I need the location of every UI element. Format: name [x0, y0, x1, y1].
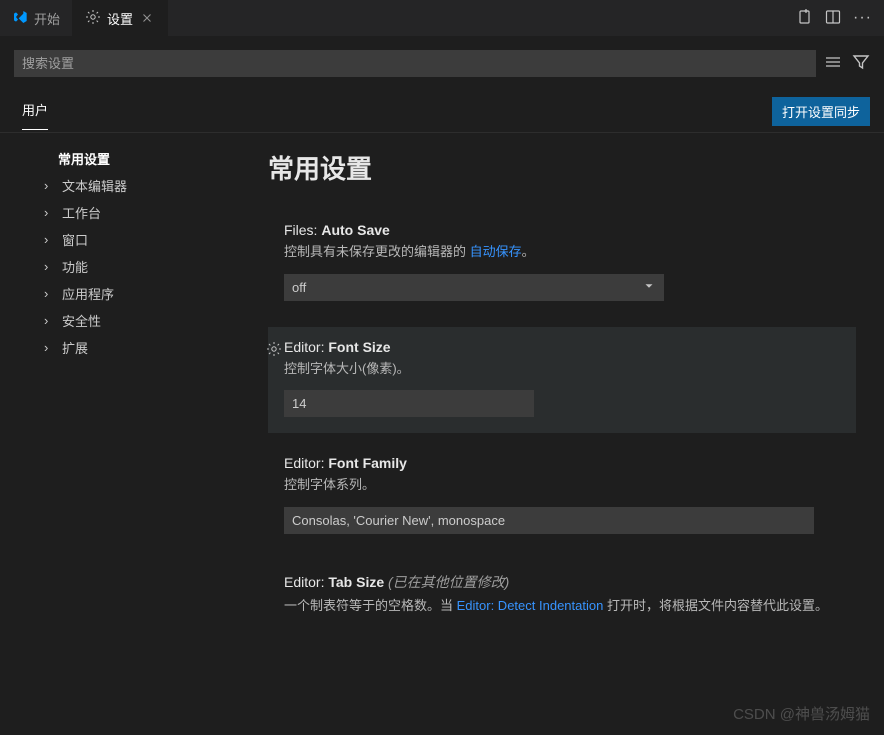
tab-start[interactable]: 开始 — [0, 0, 73, 36]
setting-description: 控制具有未保存更改的编辑器的 自动保存。 — [284, 242, 840, 262]
font-size-input[interactable] — [284, 390, 534, 417]
tabs-container: 开始 设置 — [0, 0, 168, 36]
setting-label: Editor: Font Family — [284, 455, 840, 471]
filter-icon[interactable] — [852, 53, 870, 74]
chevron-right-icon: › — [44, 178, 56, 193]
more-actions-icon[interactable]: ··· — [853, 9, 872, 27]
chevron-right-icon: › — [44, 313, 56, 328]
toc-window[interactable]: ›窗口 — [0, 226, 230, 253]
setting-tab-size: Editor: Tab Size (已在其他位置修改) 一个制表符等于的空格数。… — [268, 560, 856, 644]
settings-body: 常用设置 ›文本编辑器 ›工作台 ›窗口 ›功能 ›应用程序 ›安全性 ›扩展 … — [0, 133, 884, 735]
new-file-icon[interactable] — [797, 9, 813, 28]
settings-toc: 常用设置 ›文本编辑器 ›工作台 ›窗口 ›功能 ›应用程序 ›安全性 ›扩展 — [0, 133, 230, 735]
tab-bar: 开始 设置 ··· — [0, 0, 884, 36]
toc-extensions[interactable]: ›扩展 — [0, 334, 230, 361]
tab-settings[interactable]: 设置 — [73, 0, 168, 36]
setting-font-size: Editor: Font Size 控制字体大小(像素)。 — [268, 327, 856, 434]
setting-label: Editor: Font Size — [284, 339, 840, 355]
chevron-right-icon: › — [44, 259, 56, 274]
settings-content: 常用设置 Files: Auto Save 控制具有未保存更改的编辑器的 自动保… — [230, 133, 884, 735]
scope-tabs: 用户 — [22, 100, 48, 130]
search-row — [0, 36, 884, 85]
clear-search-icon[interactable] — [824, 53, 842, 74]
split-editor-icon[interactable] — [825, 9, 841, 28]
setting-label: Editor: Tab Size (已在其他位置修改) — [284, 572, 840, 592]
chevron-right-icon: › — [44, 286, 56, 301]
search-input[interactable] — [14, 50, 816, 77]
chevron-down-icon — [642, 279, 656, 296]
gear-icon[interactable] — [266, 341, 282, 360]
sync-settings-button[interactable]: 打开设置同步 — [772, 97, 870, 126]
toc-commonly-used[interactable]: 常用设置 — [0, 145, 230, 172]
scope-tab-user[interactable]: 用户 — [22, 100, 48, 130]
tab-bar-actions: ··· — [797, 0, 884, 36]
setting-description: 控制字体系列。 — [284, 475, 840, 495]
chevron-right-icon: › — [44, 205, 56, 220]
section-heading: 常用设置 — [268, 143, 856, 210]
chevron-right-icon: › — [44, 232, 56, 247]
search-actions — [824, 53, 870, 74]
auto-save-select[interactable]: off — [284, 274, 664, 301]
detect-indentation-link[interactable]: Editor: Detect Indentation — [457, 598, 604, 613]
gear-icon — [85, 9, 101, 28]
toc-features[interactable]: ›功能 — [0, 253, 230, 280]
setting-auto-save: Files: Auto Save 控制具有未保存更改的编辑器的 自动保存。 of… — [268, 210, 856, 317]
close-icon[interactable] — [139, 10, 155, 26]
setting-description: 控制字体大小(像素)。 — [284, 359, 840, 379]
setting-description: 一个制表符等于的空格数。当 Editor: Detect Indentation… — [284, 596, 840, 616]
toc-application[interactable]: ›应用程序 — [0, 280, 230, 307]
setting-label: Files: Auto Save — [284, 222, 840, 238]
font-family-input[interactable] — [284, 507, 814, 534]
auto-save-link[interactable]: 自动保存 — [470, 244, 522, 259]
vscode-icon — [12, 9, 28, 28]
chevron-right-icon: › — [44, 340, 56, 355]
toc-workbench[interactable]: ›工作台 — [0, 199, 230, 226]
toc-text-editor[interactable]: ›文本编辑器 — [0, 172, 230, 199]
scope-tabs-row: 用户 打开设置同步 — [0, 85, 884, 133]
tab-settings-label: 设置 — [107, 9, 133, 28]
setting-font-family: Editor: Font Family 控制字体系列。 — [268, 443, 856, 550]
toc-security[interactable]: ›安全性 — [0, 307, 230, 334]
tab-start-label: 开始 — [34, 9, 60, 28]
